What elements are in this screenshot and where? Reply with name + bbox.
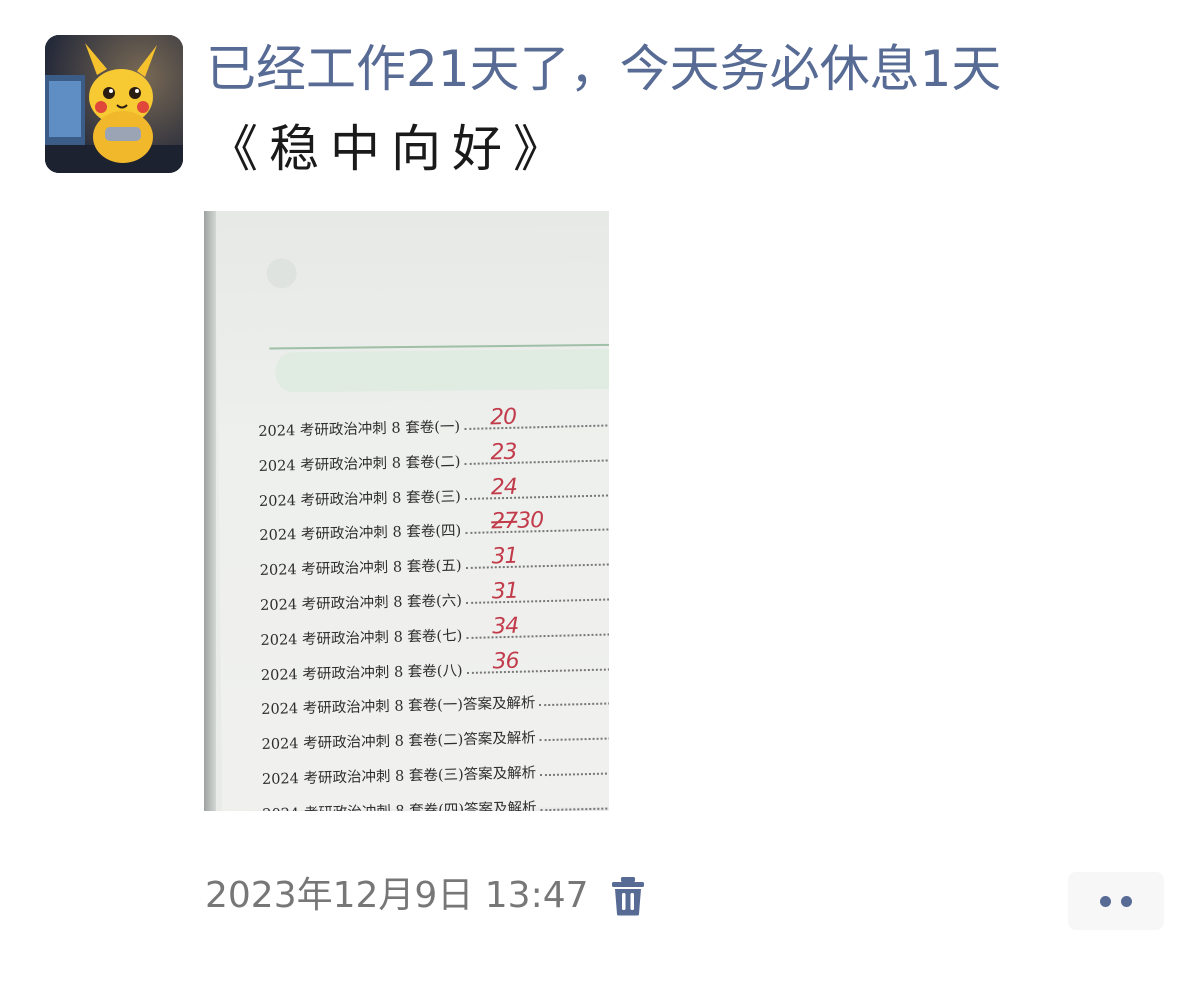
handwritten-score: 2730 [491, 508, 544, 534]
trash-icon [612, 877, 644, 916]
toc-label: 2024 考研政治冲刺 8 套卷(六) [259, 592, 463, 614]
toc-label: 2024 考研政治冲刺 8 套卷(三) [258, 488, 461, 510]
score-value: 36 [492, 648, 519, 674]
handwritten-score: 34 [492, 614, 519, 640]
score-value: 34 [491, 613, 519, 640]
toc-label: 2024 考研政治冲刺 8 套卷(二) [258, 453, 461, 475]
crossed-out-score: 27 [490, 509, 518, 535]
book-page: 2024 考研政治冲刺 8 套卷(一) 20 2024 考研政治冲刺 8 套卷(二)… [216, 211, 609, 811]
toc-label: 2024 考研政治冲刺 8 套卷(一) [258, 418, 461, 440]
toc-label: 2024 考研政治冲刺 8 套卷(八) [260, 662, 463, 684]
score-value: 30 [516, 508, 544, 535]
toc-label: 2024 考研政治冲刺 8 套卷(四) [259, 523, 462, 545]
avatar[interactable] [45, 35, 183, 173]
delete-button[interactable] [608, 872, 648, 920]
handwritten-score: 31 [492, 579, 519, 605]
score-value: 23 [490, 439, 517, 466]
toc-leader [464, 494, 609, 500]
toc-leader [540, 772, 609, 777]
handwritten-score: 24 [491, 474, 518, 500]
toc-leader [466, 633, 609, 640]
post-timestamp: 2023年12月9日 13:47 [205, 875, 589, 916]
toc-leader [465, 564, 609, 570]
more-dots-icon [1100, 895, 1111, 907]
toc-label: 2024 考研政治冲刺 8 套卷(四)答案及解析 [262, 796, 537, 811]
toc-label: 2024 考研政治冲刺 8 套卷(一)答案及解析 [261, 695, 536, 719]
score-value: 24 [490, 474, 518, 500]
book-spine [204, 211, 216, 811]
handwritten-score: 23 [490, 440, 517, 466]
toc-leader [540, 807, 609, 811]
score-value: 31 [491, 578, 519, 605]
pikachu-avatar-icon [45, 35, 183, 173]
toc-label: 2024 考研政治冲刺 8 套卷(三)答案及解析 [261, 765, 537, 788]
post-text: 《稳中向好》 [208, 120, 574, 178]
page-banner [275, 348, 609, 393]
toc-leader [539, 703, 609, 707]
score-value: 31 [491, 543, 518, 570]
score-value: 20 [489, 404, 517, 431]
toc-leader [464, 424, 608, 431]
more-button[interactable] [1068, 872, 1164, 930]
toc-leader [464, 459, 608, 466]
toc-leader [539, 738, 609, 742]
toc-leader [466, 668, 609, 674]
toc-label: 2024 考研政治冲刺 8 套卷(七) [260, 627, 463, 649]
handwritten-score: 31 [491, 544, 518, 570]
toc-label: 2024 考研政治冲刺 8 套卷(五) [259, 558, 462, 580]
post-photo[interactable]: 2024 考研政治冲刺 8 套卷(一) 20 2024 考研政治冲刺 8 套卷(二)… [204, 211, 609, 811]
toc-leader [465, 598, 609, 605]
more-dots-icon [1121, 895, 1132, 907]
handwritten-score: 20 [490, 405, 517, 431]
toc-label: 2024 考研政治冲刺 8 套卷(二)答案及解析 [261, 730, 537, 754]
page-decoration [266, 258, 297, 289]
table-of-contents: 2024 考研政治冲刺 8 套卷(一) 20 2024 考研政治冲刺 8 套卷(二)… [258, 405, 609, 811]
handwritten-score: 36 [492, 648, 519, 674]
post-author-name[interactable]: 已经工作21天了，今天务必休息1天 [206, 36, 1001, 102]
